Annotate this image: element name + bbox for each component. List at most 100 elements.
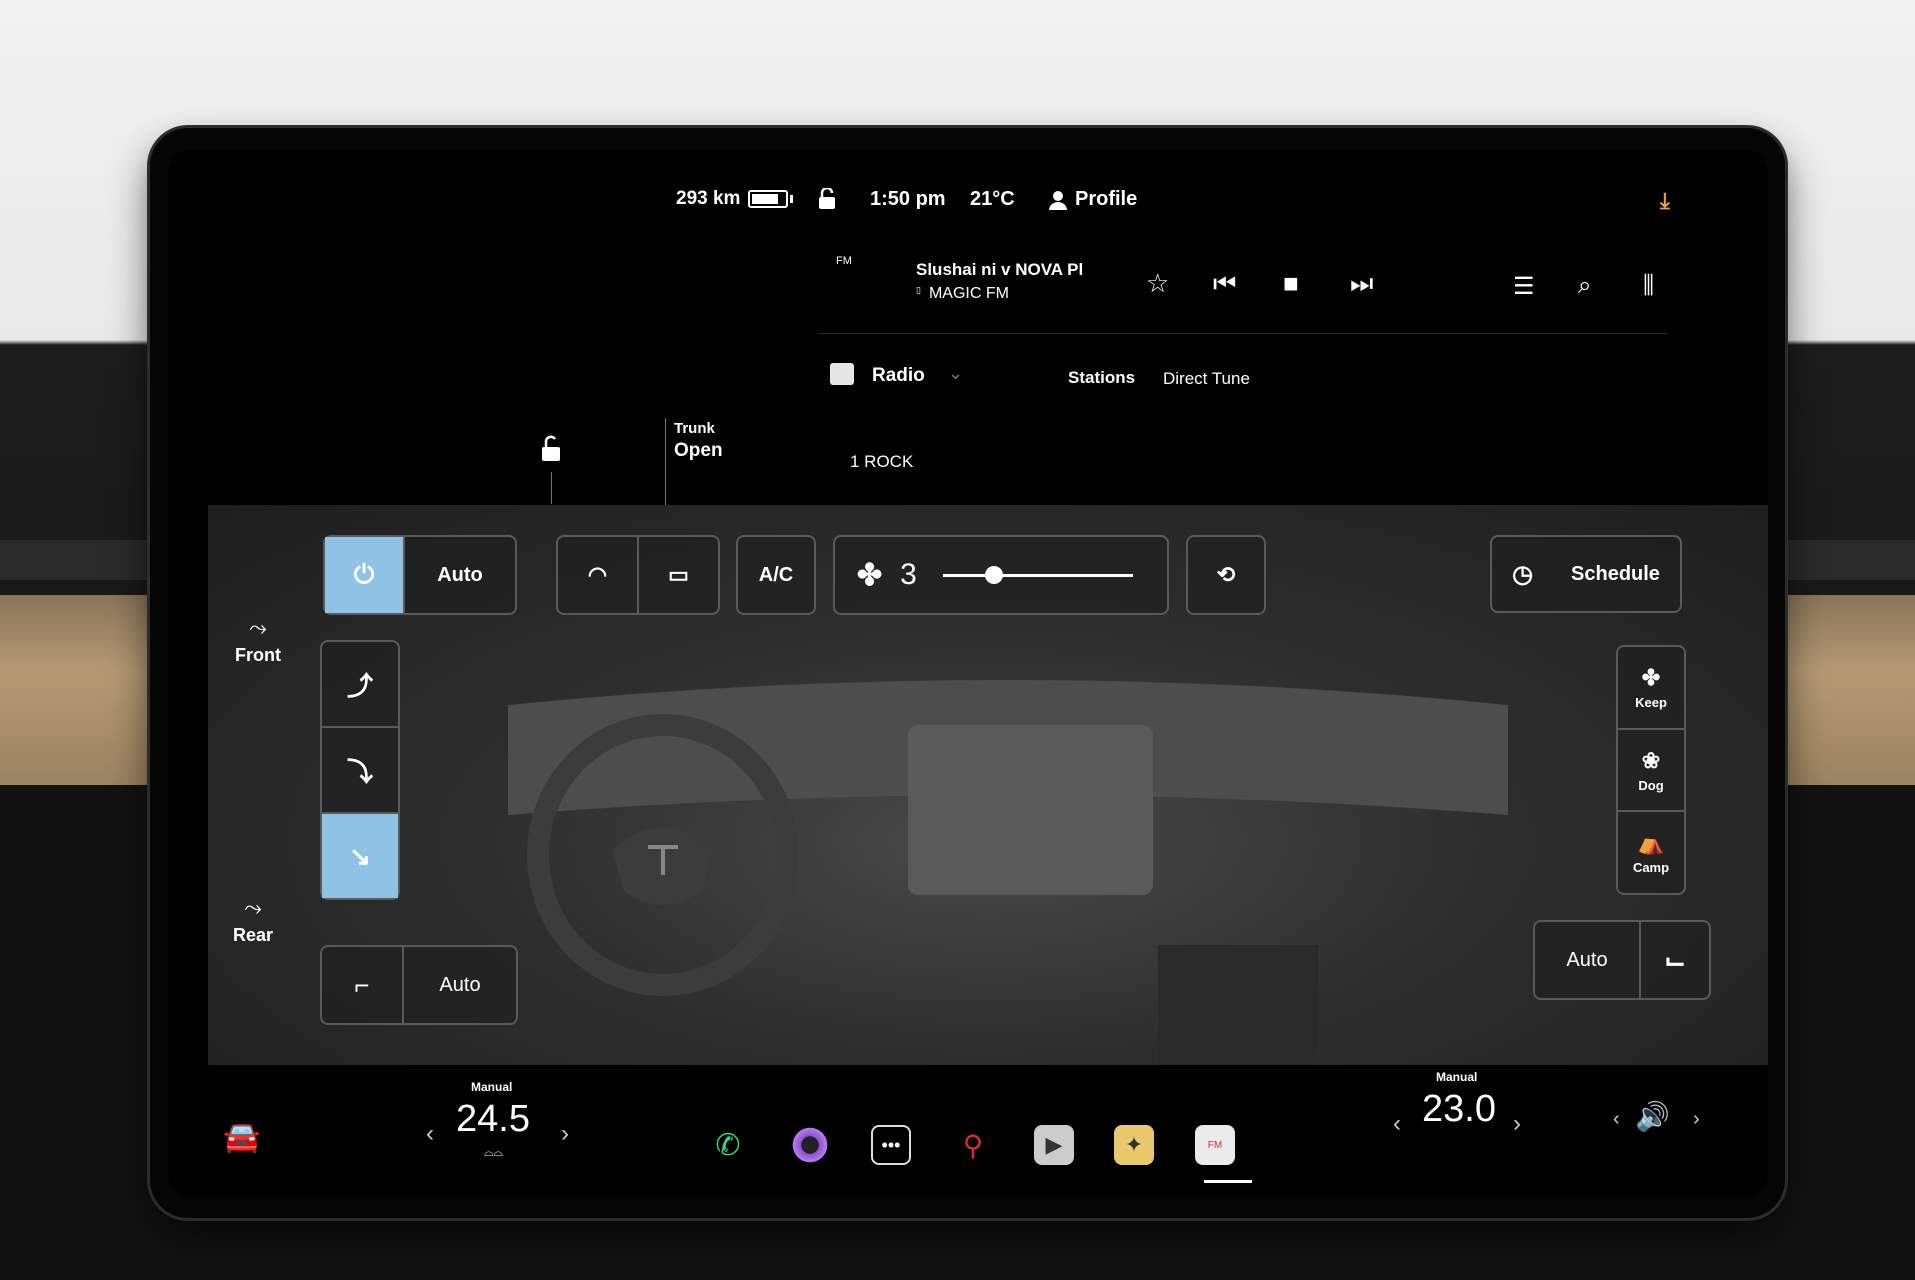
more-icon[interactable]: ••• bbox=[871, 1125, 911, 1165]
defrost-group: ◠ ▭ bbox=[556, 535, 720, 615]
recirculate-icon: ⟲ bbox=[1216, 562, 1236, 587]
radio-source-icon bbox=[830, 363, 854, 385]
clock-icon: ◷ bbox=[1512, 560, 1534, 588]
person-icon bbox=[1049, 190, 1067, 210]
driver-seat-auto-button[interactable]: Auto bbox=[402, 947, 516, 1023]
fan-control: ✤ 3 bbox=[833, 535, 1169, 615]
lock-icon[interactable] bbox=[818, 188, 836, 210]
seat-icon: ⌐ bbox=[354, 969, 370, 1000]
driver-temp-up-button[interactable]: › bbox=[561, 1120, 569, 1148]
car-interior-illustration bbox=[508, 680, 1508, 1065]
trunk-label: Trunk bbox=[674, 420, 715, 437]
fm-icon: ▯ bbox=[916, 285, 921, 295]
fan-slider-knob[interactable] bbox=[985, 565, 1004, 584]
keep-mode-button[interactable]: ✤ Keep bbox=[1618, 647, 1684, 728]
touchscreen: 293 km 1:50 pm 21°C Profile ⤓ FM Slushai… bbox=[168, 150, 1768, 1195]
paw-icon: ❀ bbox=[1641, 747, 1661, 773]
clock: 1:50 pm bbox=[870, 188, 946, 210]
dog-mode-button[interactable]: ❀ Dog bbox=[1618, 727, 1684, 811]
passenger-seat-auto-button[interactable]: Auto bbox=[1535, 922, 1639, 998]
range-text: 293 km bbox=[676, 188, 741, 209]
climate-auto-button[interactable]: Auto bbox=[403, 537, 515, 613]
airflow-face-feet-icon: ⤵ bbox=[346, 756, 373, 787]
driver-temp-down-button[interactable]: ‹ bbox=[426, 1120, 434, 1148]
airflow-face-button[interactable]: ⤴ bbox=[322, 642, 398, 726]
tent-icon: ⛺ bbox=[1637, 830, 1665, 856]
volume-icon[interactable]: 🔊 bbox=[1635, 1100, 1670, 1133]
airflow-rear-icon: ⤳ bbox=[244, 895, 262, 920]
trunk-open-button[interactable]: Open bbox=[674, 440, 723, 462]
front-defrost-button[interactable]: ◠ bbox=[558, 537, 637, 613]
toybox-icon[interactable]: ✦ bbox=[1114, 1125, 1154, 1165]
band-label: FM bbox=[836, 255, 852, 267]
outside-temperature: 21°C bbox=[970, 188, 1015, 210]
favorite-star-icon[interactable]: ☆ bbox=[1146, 268, 1169, 299]
schedule-label: Schedule bbox=[1571, 562, 1660, 585]
phone-icon[interactable]: ✆ bbox=[708, 1125, 748, 1165]
car-icon[interactable]: 🚘 bbox=[223, 1120, 260, 1155]
driver-temperature[interactable]: 24.5 bbox=[456, 1098, 530, 1141]
volume-down-button[interactable]: ‹ bbox=[1613, 1108, 1620, 1131]
passenger-seat-heater-button[interactable]: ⌙ bbox=[1639, 922, 1709, 998]
volume-up-button[interactable]: › bbox=[1693, 1108, 1700, 1131]
tab-stations[interactable]: Stations bbox=[1068, 368, 1135, 388]
radio-icon[interactable]: FM bbox=[1195, 1125, 1235, 1165]
airflow-front-icon: ⤳ bbox=[249, 615, 267, 640]
seat-icon: ⌙ bbox=[1664, 944, 1686, 975]
airflow-face-feet-button[interactable]: ⤵ bbox=[322, 726, 398, 812]
profile-button[interactable]: Profile bbox=[1049, 188, 1137, 211]
driver-seat-heater-button[interactable]: ⌐ bbox=[322, 947, 402, 1023]
driver-temp-mode: Manual bbox=[471, 1080, 513, 1094]
passenger-seat-group: Auto ⌙ bbox=[1533, 920, 1711, 1000]
next-track-icon[interactable]: ⏭ bbox=[1350, 268, 1373, 300]
fan-speed-slider[interactable] bbox=[942, 565, 1133, 584]
station-name: MAGIC FM bbox=[928, 285, 1009, 302]
climate-power-group: ⏻ Auto bbox=[323, 535, 517, 615]
range-indicator: 293 km bbox=[676, 188, 794, 210]
unlock-icon[interactable] bbox=[538, 435, 562, 468]
stop-icon[interactable]: ■ bbox=[1283, 268, 1299, 299]
airflow-feet-button[interactable]: ↘ bbox=[322, 812, 398, 898]
airflow-face-icon: ⤴ bbox=[346, 670, 373, 701]
seat-heat-indicator-icon: ⌓⌓ bbox=[484, 1145, 503, 1159]
station-list-item[interactable]: 1 ROCK bbox=[850, 452, 913, 472]
camp-mode-button[interactable]: ⛺ Camp bbox=[1618, 810, 1684, 893]
rear-defrost-button[interactable]: ▭ bbox=[637, 537, 718, 613]
rear-defrost-icon: ▭ bbox=[668, 562, 689, 587]
climate-modes: ✤ Keep ❀ Dog ⛺ Camp bbox=[1616, 645, 1686, 895]
profile-label: Profile bbox=[1075, 188, 1138, 210]
schedule-button[interactable]: ◷ Schedule bbox=[1490, 535, 1682, 613]
previous-track-icon[interactable]: ⏮ bbox=[1213, 268, 1236, 300]
source-selector[interactable]: Radio bbox=[872, 365, 925, 387]
station-name-row: ▯ MAGIC FM bbox=[916, 285, 1009, 303]
search-icon[interactable]: ⌕ bbox=[1578, 272, 1591, 300]
passenger-temp-mode: Manual bbox=[1436, 1070, 1478, 1084]
front-airflow-label[interactable]: ⤳ Front bbox=[228, 615, 288, 666]
recirculate-button[interactable]: ⟲ bbox=[1186, 535, 1266, 615]
queue-icon[interactable]: ☰ bbox=[1513, 272, 1535, 301]
chevron-down-icon[interactable]: ⌄ bbox=[948, 363, 963, 384]
joystick-icon[interactable]: ⚲ bbox=[953, 1125, 993, 1165]
bottom-bar: 🚘 ‹ Manual 24.5 ⌓⌓ › ✆ ••• ⚲ ▶ ✦ FM ‹ Ma… bbox=[168, 1070, 1768, 1195]
climate-panel: ⏻ Auto ◠ ▭ A/C ✤ 3 ⟲ ◷ Schedule ⤳ Front … bbox=[208, 505, 1768, 1065]
driver-seat-group: ⌐ Auto bbox=[320, 945, 518, 1025]
airflow-feet-icon: ↘ bbox=[349, 840, 371, 871]
passenger-temp-down-button[interactable]: ‹ bbox=[1393, 1110, 1401, 1138]
camera-icon[interactable] bbox=[790, 1125, 830, 1165]
fan-icon: ✤ bbox=[1641, 664, 1661, 690]
theater-icon[interactable]: ▶ bbox=[1034, 1125, 1074, 1165]
power-button[interactable]: ⏻ bbox=[325, 537, 403, 613]
passenger-temperature[interactable]: 23.0 bbox=[1422, 1088, 1496, 1131]
power-icon: ⏻ bbox=[353, 559, 375, 589]
active-app-indicator bbox=[1204, 1180, 1252, 1183]
front-defrost-icon: ◠ bbox=[587, 562, 608, 587]
rear-airflow-label[interactable]: ⤳ Rear bbox=[223, 895, 283, 946]
track-title: Slushai ni v NOVA Pl bbox=[916, 260, 1084, 279]
equalizer-icon[interactable]: ⫼ bbox=[1643, 272, 1654, 300]
ac-button[interactable]: A/C bbox=[736, 535, 816, 615]
download-icon[interactable]: ⤓ bbox=[1660, 188, 1670, 214]
fan-speed-value: 3 bbox=[900, 558, 917, 591]
passenger-temp-up-button[interactable]: › bbox=[1513, 1110, 1521, 1138]
tab-direct-tune[interactable]: Direct Tune bbox=[1163, 369, 1250, 389]
battery-icon bbox=[748, 190, 789, 208]
